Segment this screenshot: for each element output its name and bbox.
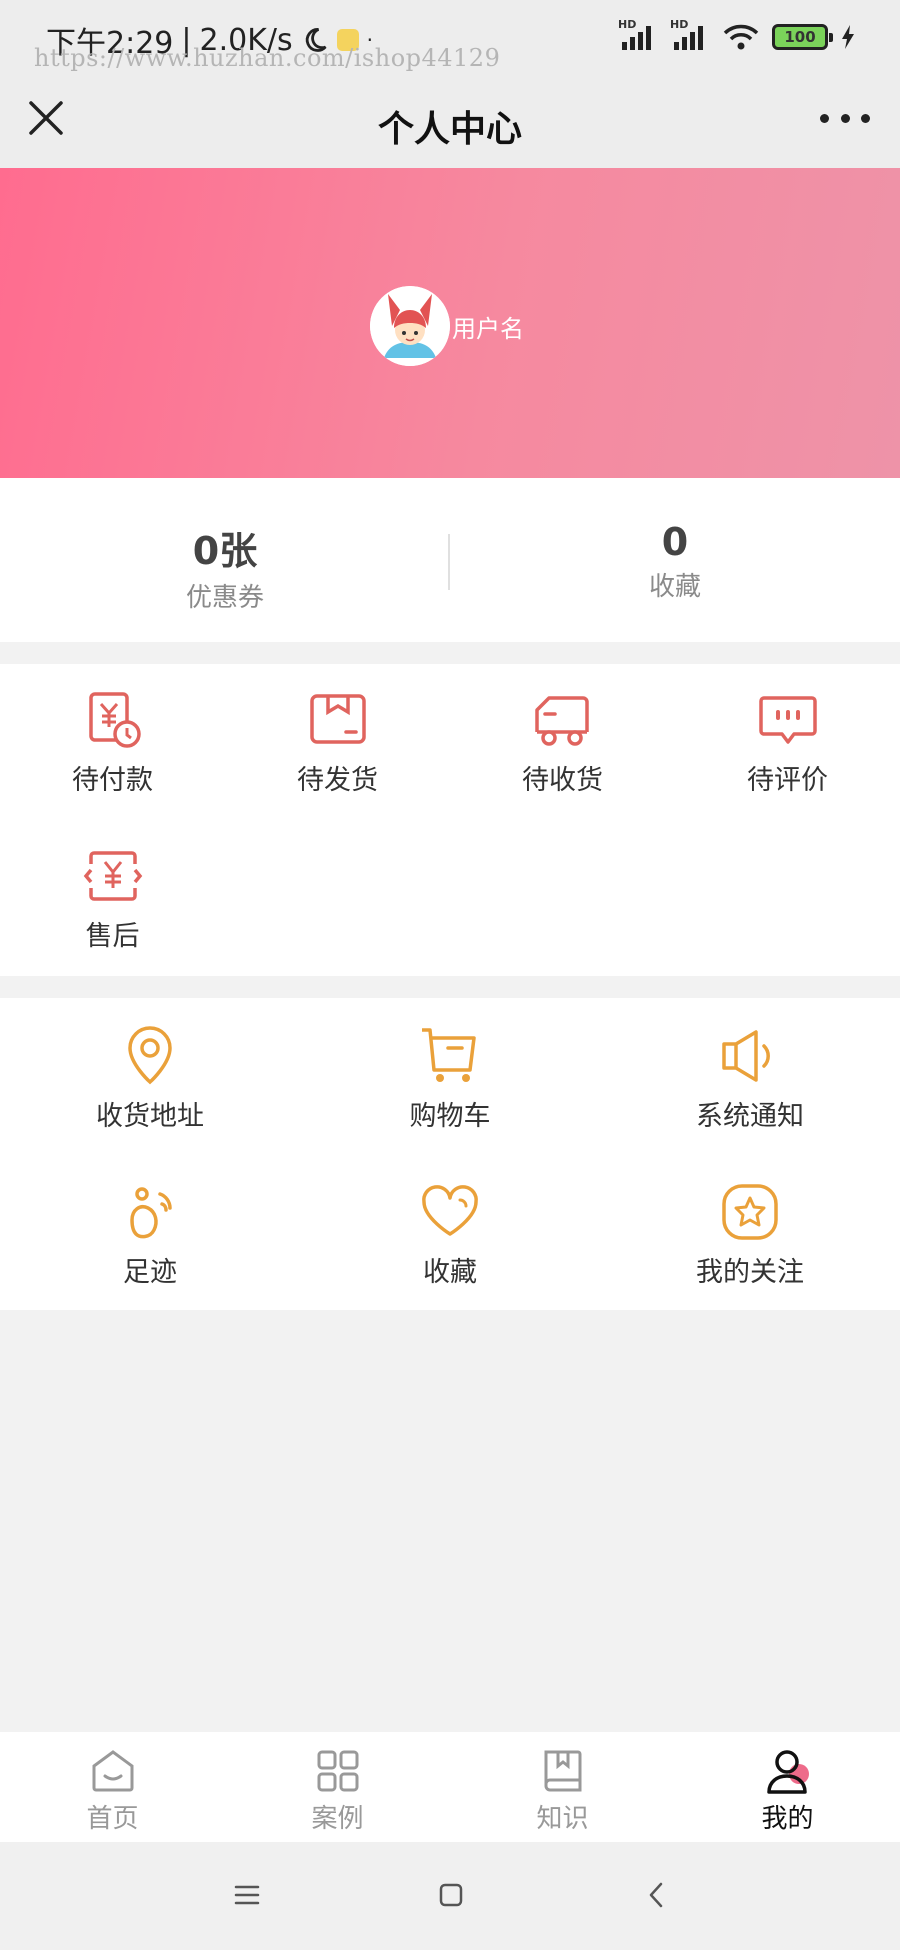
- watermark-text: https://www.huzhan.com/ishop44129: [34, 44, 501, 72]
- user-icon: [766, 1750, 809, 1794]
- tab-cases[interactable]: 案例: [225, 1746, 450, 1835]
- order-section: 待付款 待发货 待收货 待评价 售后: [0, 664, 900, 976]
- service-label: 购物车: [409, 1101, 491, 1132]
- order-label: 待评价: [747, 765, 828, 796]
- service-footprint[interactable]: 足迹: [75, 1180, 225, 1289]
- service-following[interactable]: 我的关注: [675, 1180, 825, 1289]
- order-pending-shipment[interactable]: 待发货: [270, 688, 405, 797]
- pending-receipt-icon: [534, 696, 589, 746]
- grid-icon: [317, 1750, 358, 1792]
- tab-label: 我的: [761, 1804, 814, 1834]
- service-section: 收货地址 购物车 系统通知 足迹 收藏 我的关注: [0, 998, 900, 1310]
- service-label: 收藏: [423, 1257, 477, 1288]
- order-label: 待付款: [72, 765, 153, 796]
- tab-label: 案例: [311, 1804, 364, 1834]
- service-label: 收货地址: [96, 1101, 204, 1132]
- coupon-count: 0张: [192, 529, 258, 573]
- battery-icon: 100: [772, 24, 833, 50]
- page-title: 个人中心: [377, 109, 522, 150]
- star-icon: [722, 1184, 778, 1240]
- tab-mine[interactable]: 我的: [675, 1746, 900, 1835]
- charging-icon: [842, 25, 854, 49]
- tab-label: 首页: [86, 1804, 139, 1834]
- stats-bar: 0张 优惠券 0 收藏: [0, 478, 900, 642]
- order-after-sales[interactable]: 售后: [45, 844, 180, 953]
- book-icon: [544, 1750, 581, 1792]
- status-right: HD HD 100: [618, 18, 856, 52]
- signal-icon: HD: [618, 18, 658, 52]
- tab-knowledge[interactable]: 知识: [450, 1746, 675, 1835]
- service-address[interactable]: 收货地址: [75, 1024, 225, 1133]
- service-cart[interactable]: 购物车: [375, 1024, 525, 1133]
- service-label: 系统通知: [696, 1101, 804, 1132]
- favorites-label: 收藏: [648, 572, 701, 602]
- pending-review-icon: [758, 696, 817, 744]
- tab-home[interactable]: 首页: [0, 1746, 225, 1835]
- footprint-icon: [130, 1187, 172, 1239]
- signal-icon: HD: [670, 18, 710, 52]
- order-pending-receipt[interactable]: 待收货: [495, 688, 630, 797]
- service-label: 我的关注: [696, 1257, 804, 1288]
- order-label: 待收货: [522, 765, 603, 796]
- wifi-icon: [723, 24, 759, 50]
- username: 用户名: [452, 314, 524, 343]
- system-navigation-bar: [0, 1842, 900, 1950]
- after-sales-icon: [83, 851, 142, 901]
- order-label: 待发货: [297, 765, 378, 796]
- coupon-stat[interactable]: 0张 优惠券: [0, 520, 450, 614]
- service-notification[interactable]: 系统通知: [675, 1024, 825, 1133]
- service-label: 足迹: [123, 1257, 177, 1288]
- coupon-label: 优惠券: [185, 583, 264, 613]
- menu-icon[interactable]: [232, 1880, 262, 1910]
- home-square-icon[interactable]: [436, 1880, 466, 1910]
- location-icon: [128, 1026, 172, 1085]
- pending-shipment-icon: [309, 694, 366, 744]
- speaker-icon: [722, 1030, 770, 1082]
- tab-label: 知识: [536, 1804, 589, 1834]
- favorites-stat[interactable]: 0 收藏: [450, 520, 900, 603]
- more-button[interactable]: [820, 106, 870, 130]
- title-bar: 个人中心: [0, 78, 900, 168]
- service-favorites[interactable]: 收藏: [375, 1180, 525, 1289]
- favorites-count: 0: [661, 520, 689, 564]
- bottom-tab-bar: 首页 案例 知识 我的: [0, 1732, 900, 1842]
- user-info[interactable]: 用户名: [370, 286, 524, 366]
- cart-icon: [422, 1028, 476, 1082]
- heart-icon: [422, 1185, 478, 1236]
- back-icon[interactable]: [642, 1880, 672, 1910]
- avatar[interactable]: [370, 286, 450, 366]
- order-pending-payment[interactable]: 待付款: [45, 688, 180, 797]
- profile-banner: 用户名: [0, 168, 900, 478]
- pending-payment-icon: [88, 692, 141, 748]
- home-icon: [92, 1750, 133, 1792]
- more-icon-dot: [861, 113, 870, 123]
- status-bar: 下午2:29 | 2.0K/s · https://www.huzhan.com…: [0, 0, 900, 78]
- more-icon-dot: [820, 113, 829, 123]
- order-pending-review[interactable]: 待评价: [720, 688, 855, 797]
- order-label: 售后: [85, 921, 140, 952]
- more-icon-dot: [840, 113, 850, 123]
